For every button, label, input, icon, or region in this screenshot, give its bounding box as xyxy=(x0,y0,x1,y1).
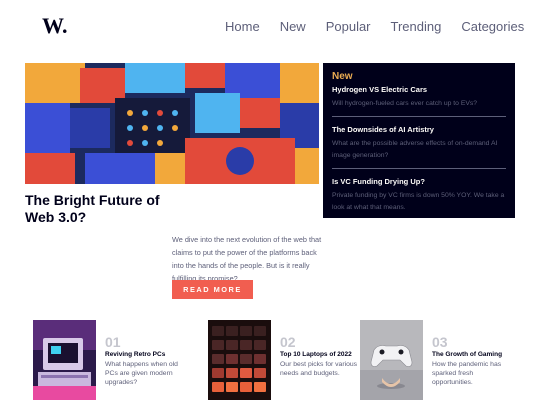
new-item-description: Private funding by VC firms is down 50% … xyxy=(332,192,505,211)
new-item[interactable]: The Downsides of AI Artistry What are th… xyxy=(332,116,506,168)
card-text: 01 Reviving Retro PCs What happens when … xyxy=(105,320,185,387)
card-description: Our best picks for various needs and bud… xyxy=(280,361,358,377)
nav-popular[interactable]: Popular xyxy=(326,20,371,34)
new-heading: New xyxy=(332,71,353,82)
svg-text:W.: W. xyxy=(42,14,67,38)
card-title[interactable]: The Growth of Gaming xyxy=(432,350,512,359)
card-description: What happens when old PCs are given mode… xyxy=(105,361,178,386)
card-number: 01 xyxy=(105,334,121,350)
retro-pc-image xyxy=(33,320,96,400)
card-title[interactable]: Top 10 Laptops of 2022 xyxy=(280,350,360,359)
new-item[interactable]: Hydrogen VS Electric Cars Will hydrogen-… xyxy=(332,83,506,116)
hero-image xyxy=(25,63,319,184)
laptop-keyboard-image xyxy=(208,320,271,400)
new-item-description: What are the possible adverse effects of… xyxy=(332,140,498,159)
gaming-controller-image xyxy=(360,320,423,400)
main-nav: Home New Popular Trending Categories xyxy=(225,20,524,34)
card-title[interactable]: Reviving Retro PCs xyxy=(105,350,185,359)
new-item-title[interactable]: The Downsides of AI Artistry xyxy=(332,125,506,135)
new-articles-panel: New Hydrogen VS Electric Cars Will hydro… xyxy=(323,63,515,218)
new-item[interactable]: Is VC Funding Drying Up? Private funding… xyxy=(332,168,506,220)
nav-new[interactable]: New xyxy=(280,20,306,34)
new-item-title[interactable]: Hydrogen VS Electric Cars xyxy=(332,85,506,95)
card-number: 03 xyxy=(432,334,448,350)
site-logo[interactable]: W. xyxy=(42,13,72,38)
logo-mark: W. xyxy=(42,13,67,38)
nav-home[interactable]: Home xyxy=(225,20,260,34)
hero-title[interactable]: The Bright Future of Web 3.0? xyxy=(25,192,175,226)
new-item-title[interactable]: Is VC Funding Drying Up? xyxy=(332,177,506,187)
nav-categories[interactable]: Categories xyxy=(461,20,524,34)
read-more-button[interactable]: READ MORE xyxy=(172,280,253,299)
card-description: How the pandemic has sparked fresh oppor… xyxy=(432,361,502,386)
card-text: 02 Top 10 Laptops of 2022 Our best picks… xyxy=(280,320,360,378)
card-text: 03 The Growth of Gaming How the pandemic… xyxy=(432,320,512,387)
new-item-description: Will hydrogen-fueled cars ever catch up … xyxy=(332,100,478,107)
nav-trending[interactable]: Trending xyxy=(391,20,442,34)
hero-description: We dive into the next evolution of the w… xyxy=(172,235,322,283)
card-number: 02 xyxy=(280,334,296,350)
